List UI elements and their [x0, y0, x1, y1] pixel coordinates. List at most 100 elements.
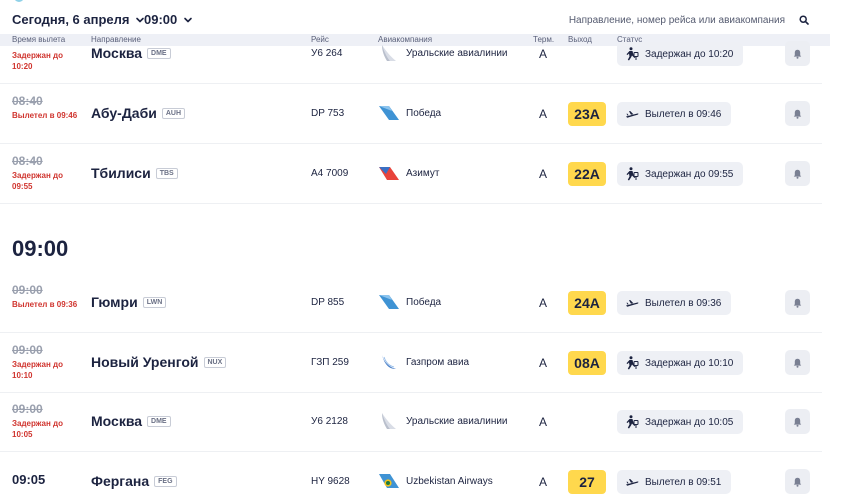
destination-city[interactable]: Абу-Даби AUH: [91, 105, 186, 121]
delayed-icon: [625, 47, 639, 61]
airport-code: TBS: [155, 168, 178, 179]
destination-name: Новый Уренгой: [91, 354, 199, 370]
flight-number[interactable]: DP 753: [311, 108, 344, 119]
flight-row[interactable]: Задержан до 10:20 Москва DME У6 264 Уральски…: [0, 24, 822, 84]
terminal: A: [539, 356, 548, 370]
scheduled-time: 08:40: [12, 154, 43, 168]
airline-name: Уральские авиалинии: [406, 416, 508, 427]
status-text: Задержан до 10:20: [645, 48, 734, 60]
status-badge: Вылетел в 09:46: [617, 102, 732, 126]
flight-row[interactable]: 09:05 Фергана FEG HY 9628 Uzbekistan Airways…: [0, 452, 822, 500]
status-text: Задержан до 09:55: [645, 168, 734, 180]
bell-icon: [793, 169, 802, 179]
hour-heading: 09:00: [12, 236, 69, 261]
destination-name: Абу-Даби: [91, 105, 157, 121]
destination-name: Фергана: [91, 473, 150, 489]
airport-code: AUH: [161, 108, 186, 119]
scheduled-time: 09:00: [12, 402, 43, 416]
flight-number[interactable]: HY 9628: [311, 476, 350, 487]
status-badge: Вылетел в 09:51: [617, 470, 732, 494]
flight-row[interactable]: 09:00 Задержан до 10:10 Новый Уренгой NUX ГЗ…: [0, 333, 822, 393]
notify-button[interactable]: [785, 469, 810, 494]
notify-button[interactable]: [785, 409, 810, 434]
departed-icon: [625, 296, 639, 310]
gate-badge: 24A: [568, 291, 606, 315]
scheduled-time: 09:00: [12, 283, 43, 297]
time-status-note: Вылетел в 09:36: [12, 300, 78, 309]
flight-row[interactable]: 09:00 Вылетел в 09:36 Гюмри LWN DP 855 Победа…: [0, 273, 822, 333]
destination-city[interactable]: Тбилиси TBS: [91, 165, 178, 181]
terminal: A: [539, 47, 548, 61]
gate-badge: 22A: [568, 162, 606, 186]
flight-row[interactable]: 08:40 Вылетел в 09:46 Абу-Даби AUH DP 753 Поб…: [0, 84, 822, 144]
pobeda-logo-icon: [378, 105, 400, 121]
flight-number[interactable]: У6 264: [311, 48, 342, 59]
uzbekistan-logo-icon: [378, 473, 400, 489]
time-status-note: Задержан до 10:05: [12, 419, 64, 439]
airline-name: Победа: [406, 108, 442, 119]
airline-name: Uzbekistan Airways: [406, 476, 493, 487]
logo-fragment: [14, 0, 24, 2]
flight-number[interactable]: DP 855: [311, 297, 344, 308]
airline-name: Азимут: [406, 168, 440, 179]
destination-name: Москва: [91, 413, 143, 429]
flight-number[interactable]: ГЗП 259: [311, 357, 349, 368]
airline-name: Уральские авиалинии: [406, 48, 508, 59]
notify-button[interactable]: [785, 41, 810, 66]
terminal: A: [539, 475, 548, 489]
gate-badge: 23A: [568, 102, 606, 126]
terminal: A: [539, 167, 548, 181]
notify-button[interactable]: [785, 101, 810, 126]
notify-button[interactable]: [785, 161, 810, 186]
airport-code: DME: [147, 48, 171, 59]
flight-row[interactable]: 08:40 Задержан до 09:55 Тбилиси TBS A4 7009 А…: [0, 144, 822, 204]
time-status-note: Вылетел в 09:46: [12, 111, 78, 120]
scheduled-time: 09:00: [12, 343, 43, 357]
pobeda-logo-icon: [378, 294, 400, 310]
flight-number[interactable]: A4 7009: [311, 168, 348, 179]
destination-name: Тбилиси: [91, 165, 151, 181]
bell-icon: [793, 477, 802, 487]
time-status-note: Задержан до 10:20: [12, 51, 64, 71]
destination-city[interactable]: Гюмри LWN: [91, 294, 167, 310]
destination-city[interactable]: Новый Уренгой NUX: [91, 354, 227, 370]
status-badge: Задержан до 10:10: [617, 351, 744, 375]
status-text: Вылетел в 09:51: [645, 476, 722, 488]
delayed-icon: [625, 167, 639, 181]
ural-logo-icon: [378, 413, 400, 429]
status-badge: Задержан до 10:05: [617, 410, 744, 434]
gate-badge: 08A: [568, 351, 606, 375]
status-badge: Задержан до 09:55: [617, 162, 744, 186]
azimut-logo-icon: [378, 165, 400, 181]
status-text: Вылетел в 09:36: [645, 297, 722, 309]
bell-icon: [793, 358, 802, 368]
departure-time: 09:05: [12, 472, 46, 487]
bell-icon: [793, 298, 802, 308]
destination-city[interactable]: Фергана FEG: [91, 473, 177, 489]
gazprom-logo-icon: [378, 354, 400, 370]
airline-name: Победа: [406, 297, 442, 308]
flight-number[interactable]: У6 2128: [311, 416, 348, 427]
bell-icon: [793, 417, 802, 427]
destination-city[interactable]: Москва DME: [91, 45, 171, 61]
airline-name: Газпром авиа: [406, 357, 470, 368]
terminal: A: [539, 107, 548, 121]
gate-badge: 27: [568, 470, 606, 494]
status-badge: Вылетел в 09:36: [617, 291, 732, 315]
airport-code: LWN: [142, 297, 167, 308]
notify-button[interactable]: [785, 290, 810, 315]
status-text: Вылетел в 09:46: [645, 108, 722, 120]
airport-code: NUX: [203, 357, 227, 368]
time-status-note: Задержан до 10:10: [12, 360, 64, 380]
destination-city[interactable]: Москва DME: [91, 413, 171, 429]
destination-name: Гюмри: [91, 294, 138, 310]
bell-icon: [793, 49, 802, 59]
flight-row[interactable]: 09:00 Задержан до 10:05 Москва DME У6 2128 Ур…: [0, 392, 822, 452]
status-text: Задержан до 10:05: [645, 416, 734, 428]
departed-icon: [625, 475, 639, 489]
status-text: Задержан до 10:10: [645, 357, 734, 369]
notify-button[interactable]: [785, 350, 810, 375]
airport-code: DME: [147, 416, 171, 427]
time-status-note: Задержан до 09:55: [12, 171, 64, 191]
delayed-icon: [625, 356, 639, 370]
